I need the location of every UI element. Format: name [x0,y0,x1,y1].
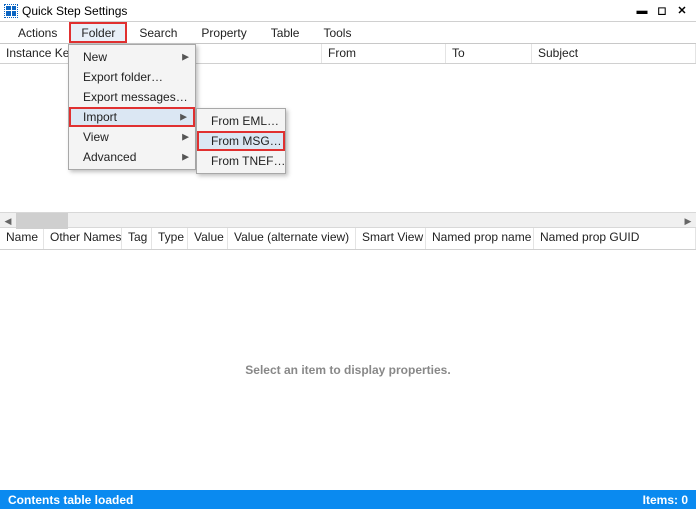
menu-import[interactable]: Import ▶ [69,107,195,127]
menu-new-label: New [83,50,107,64]
col-smart-view[interactable]: Smart View [356,228,426,249]
status-text: Contents table loaded [8,493,643,507]
maximize-button[interactable]: ◻ [652,4,672,18]
app-icon [4,4,18,18]
col-name[interactable]: Name [0,228,44,249]
placeholder-text: Select an item to display properties. [245,363,450,377]
col-named-prop-name[interactable]: Named prop name [426,228,534,249]
col-value[interactable]: Value [188,228,228,249]
col-to[interactable]: To [446,44,532,63]
menu-from-msg[interactable]: From MSG… [197,131,285,151]
menu-from-tnef[interactable]: From TNEF… [197,151,285,171]
chevron-right-icon: ▶ [182,152,189,163]
menubar: Actions Folder Search Property Table Too… [0,22,696,44]
col-from[interactable]: From [322,44,446,63]
folder-dropdown: New ▶ Export folder… Export messages… Im… [68,44,196,170]
menu-advanced[interactable]: Advanced ▶ [69,147,195,167]
menu-new[interactable]: New ▶ [69,47,195,67]
menu-tools[interactable]: Tools [311,22,363,43]
menu-view-label: View [83,130,109,144]
col-tag[interactable]: Tag [122,228,152,249]
close-button[interactable]: ✕ [672,4,692,18]
menu-property[interactable]: Property [189,22,258,43]
chevron-right-icon: ▶ [182,132,189,143]
menu-actions[interactable]: Actions [6,22,69,43]
col-subject[interactable]: Subject [532,44,696,63]
menu-folder[interactable]: Folder [69,22,127,43]
menu-export-folder[interactable]: Export folder… [69,67,195,87]
minimize-button[interactable]: ▬ [632,4,652,18]
window-title: Quick Step Settings [22,4,632,18]
col-named-prop-guid[interactable]: Named prop GUID [534,228,696,249]
scroll-thumb[interactable] [16,213,68,229]
titlebar: Quick Step Settings ▬ ◻ ✕ [0,0,696,22]
menu-table[interactable]: Table [259,22,312,43]
col-type[interactable]: Type [152,228,188,249]
menu-search[interactable]: Search [127,22,189,43]
menu-view[interactable]: View ▶ [69,127,195,147]
horizontal-scrollbar[interactable]: ◀ ▶ [0,212,696,228]
scroll-left-icon[interactable]: ◀ [0,213,16,229]
scroll-right-icon[interactable]: ▶ [680,213,696,229]
menu-from-eml[interactable]: From EML… [197,111,285,131]
col-other-names[interactable]: Other Names [44,228,122,249]
col-value-alt[interactable]: Value (alternate view) [228,228,356,249]
status-items-count: Items: 0 [643,493,688,507]
menu-import-label: Import [83,110,117,124]
menu-advanced-label: Advanced [83,150,136,164]
properties-placeholder-area: Select an item to display properties. [0,250,696,490]
import-submenu: From EML… From MSG… From TNEF… [196,108,286,174]
menu-export-messages[interactable]: Export messages… [69,87,195,107]
statusbar: Contents table loaded Items: 0 [0,490,696,509]
bottom-columns-header: Name Other Names Tag Type Value Value (a… [0,228,696,250]
chevron-right-icon: ▶ [182,52,189,63]
chevron-right-icon: ▶ [180,112,187,123]
